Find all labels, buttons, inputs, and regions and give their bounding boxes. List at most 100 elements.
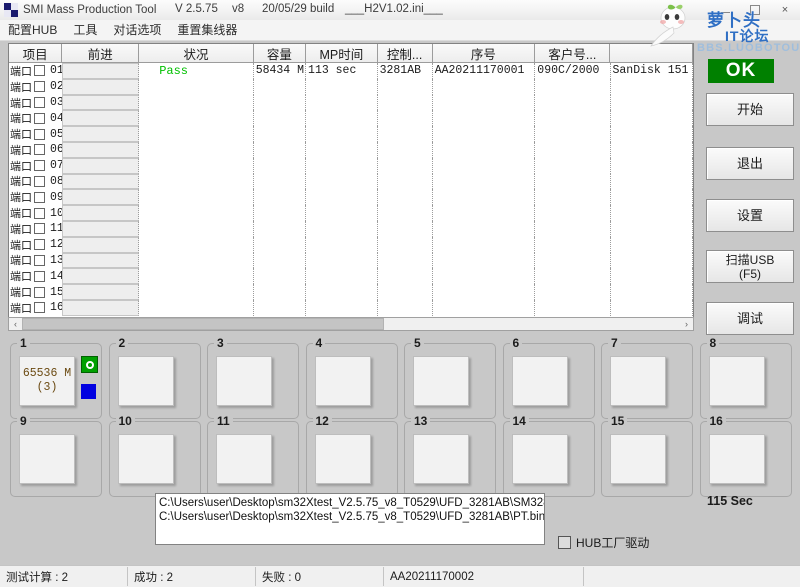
table-header-cell[interactable]: 序号 bbox=[432, 44, 536, 62]
port-checkbox[interactable] bbox=[34, 239, 45, 251]
device-slot[interactable]: 14 bbox=[502, 414, 595, 497]
table-row[interactable]: 端口 02 bbox=[9, 78, 693, 95]
table-row[interactable]: 端口 04 bbox=[9, 110, 693, 127]
menu-item-dialog-options[interactable]: 对话选项 bbox=[105, 20, 169, 40]
device-slot[interactable]: 8 bbox=[699, 336, 792, 419]
slot-device-box[interactable] bbox=[19, 434, 75, 484]
menu-item-reset-hub[interactable]: 重置集线器 bbox=[169, 20, 245, 40]
row-port-cell[interactable]: 端口 02 bbox=[9, 79, 62, 95]
hub-factory-driver-checkbox[interactable]: HUB工厂驱动 bbox=[558, 534, 649, 551]
slot-device-box[interactable] bbox=[117, 434, 174, 484]
table-row[interactable]: 端口 13 bbox=[9, 252, 693, 269]
scrollbar-thumb[interactable] bbox=[22, 318, 384, 330]
slot-device-box[interactable] bbox=[314, 434, 371, 484]
table-row[interactable]: 端口 14 bbox=[9, 268, 693, 285]
log-panel[interactable]: C:\Users\user\Desktop\sm32Xtest_V2.5.75_… bbox=[155, 493, 545, 545]
sidebar-button[interactable]: 开始 bbox=[706, 93, 794, 126]
slot-device-box[interactable] bbox=[216, 434, 272, 484]
port-checkbox[interactable] bbox=[34, 191, 45, 203]
sidebar-button[interactable]: 设置 bbox=[706, 199, 794, 232]
slot-device-box[interactable] bbox=[610, 356, 666, 406]
slot-device-box[interactable] bbox=[216, 356, 272, 406]
row-port-cell[interactable]: 端口 12 bbox=[9, 237, 62, 253]
row-port-cell[interactable]: 端口 14 bbox=[9, 268, 62, 284]
port-checkbox[interactable] bbox=[34, 175, 45, 187]
scroll-left-icon[interactable]: ‹ bbox=[9, 318, 22, 330]
slot-device-box[interactable] bbox=[610, 434, 666, 484]
sidebar-button[interactable]: 调试 bbox=[706, 302, 794, 335]
port-checkbox[interactable] bbox=[34, 207, 45, 219]
port-checkbox[interactable] bbox=[34, 81, 45, 93]
maximize-button[interactable] bbox=[740, 0, 770, 20]
table-row[interactable]: 端口 09 bbox=[9, 189, 693, 206]
row-port-cell[interactable]: 端口 04 bbox=[9, 110, 62, 126]
port-checkbox[interactable] bbox=[34, 144, 45, 156]
table-row[interactable]: 端口 08 bbox=[9, 173, 693, 190]
table-header-cell[interactable]: 容量 bbox=[253, 44, 307, 62]
row-port-cell[interactable]: 端口 10 bbox=[9, 205, 62, 221]
row-port-cell[interactable]: 端口 07 bbox=[9, 158, 62, 174]
device-slot[interactable]: 9 bbox=[10, 414, 102, 497]
device-slot[interactable]: 11 bbox=[207, 414, 299, 497]
slot-device-box[interactable]: 65536 M (3) bbox=[19, 356, 75, 406]
table-row[interactable]: 端口 11 bbox=[9, 220, 693, 237]
device-slot[interactable]: 10 bbox=[108, 414, 201, 497]
sidebar-button[interactable]: 退出 bbox=[706, 147, 794, 180]
port-checkbox[interactable] bbox=[34, 112, 45, 124]
slot-device-box[interactable] bbox=[511, 356, 568, 406]
row-port-cell[interactable]: 端口 08 bbox=[9, 174, 62, 190]
slot-device-box[interactable] bbox=[117, 356, 174, 406]
port-checkbox[interactable] bbox=[34, 96, 45, 108]
menu-item-tools[interactable]: 工具 bbox=[65, 20, 105, 40]
table-row[interactable]: 端口 15 bbox=[9, 284, 693, 300]
table-row[interactable]: 端口 01 Pass 58434 M113 sec3281ABAA2021117000… bbox=[9, 63, 693, 79]
port-checkbox[interactable] bbox=[34, 223, 45, 235]
device-slot[interactable]: 5 bbox=[404, 336, 496, 419]
slot-device-box[interactable] bbox=[708, 356, 765, 406]
port-checkbox[interactable] bbox=[34, 128, 45, 140]
menu-item-config-hub[interactable]: 配置HUB bbox=[0, 20, 65, 40]
table-header-cell[interactable]: 控制... bbox=[377, 44, 433, 62]
device-slot[interactable]: 2 bbox=[108, 336, 201, 419]
table-row[interactable]: 端口 10 bbox=[9, 205, 693, 221]
horizontal-scrollbar[interactable]: ‹ › bbox=[8, 317, 694, 331]
slot-device-box[interactable] bbox=[314, 356, 371, 406]
port-checkbox[interactable] bbox=[34, 65, 45, 77]
table-header-cell[interactable]: 项目 bbox=[9, 44, 63, 62]
port-checkbox[interactable] bbox=[34, 160, 45, 172]
row-port-cell[interactable]: 端口 05 bbox=[9, 126, 62, 142]
slot-device-box[interactable] bbox=[413, 356, 469, 406]
table-header-cell[interactable]: 状况 bbox=[139, 44, 254, 62]
table-header-cell[interactable]: MP时间 bbox=[306, 44, 378, 62]
close-icon[interactable]: × bbox=[770, 0, 800, 20]
device-slot[interactable]: 4 bbox=[305, 336, 398, 419]
row-port-cell[interactable]: 端口 15 bbox=[9, 284, 62, 300]
table-row[interactable]: 端口 03 bbox=[9, 94, 693, 111]
row-port-cell[interactable]: 端口 09 bbox=[9, 189, 62, 205]
table-row[interactable]: 端口 16 bbox=[9, 299, 693, 316]
sidebar-button[interactable]: 扫描USB (F5) bbox=[706, 250, 794, 283]
device-slot[interactable]: 15 bbox=[601, 414, 693, 497]
device-slot[interactable]: 12 bbox=[305, 414, 398, 497]
slot-device-box[interactable] bbox=[511, 434, 568, 484]
scroll-right-icon[interactable]: › bbox=[680, 318, 693, 330]
device-slot[interactable]: 3 bbox=[207, 336, 299, 419]
row-port-cell[interactable]: 端口 13 bbox=[9, 253, 62, 269]
scrollbar-track[interactable] bbox=[22, 318, 680, 330]
port-checkbox[interactable] bbox=[34, 302, 45, 314]
table-row[interactable]: 端口 06 bbox=[9, 141, 693, 158]
minimize-button[interactable] bbox=[710, 0, 740, 20]
device-slot[interactable]: 1 65536 M (3) bbox=[10, 336, 102, 419]
port-checkbox[interactable] bbox=[34, 254, 45, 266]
table-header-cell[interactable]: 客户号... bbox=[535, 44, 611, 62]
device-slot[interactable]: 6 bbox=[502, 336, 595, 419]
row-port-cell[interactable]: 端口 03 bbox=[9, 95, 62, 111]
port-checkbox[interactable] bbox=[34, 286, 45, 298]
table-header-cell[interactable] bbox=[610, 44, 693, 62]
row-port-cell[interactable]: 端口 01 bbox=[9, 63, 62, 79]
port-checkbox[interactable] bbox=[34, 270, 45, 282]
table-header-cell[interactable]: 前进 bbox=[62, 44, 140, 62]
device-slot[interactable]: 7 bbox=[601, 336, 693, 419]
slot-device-box[interactable] bbox=[413, 434, 469, 484]
device-slot[interactable]: 13 bbox=[404, 414, 496, 497]
